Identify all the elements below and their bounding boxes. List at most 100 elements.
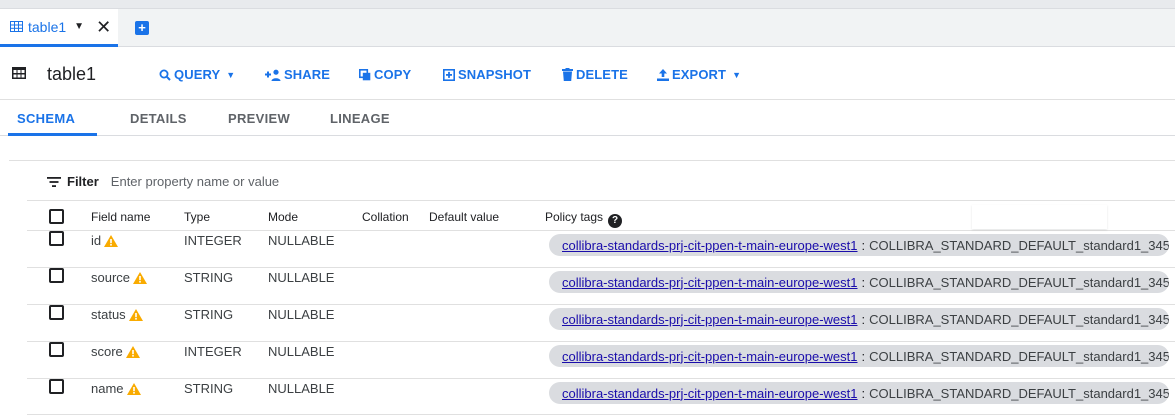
select-all-checkbox[interactable]: [49, 209, 64, 224]
schema-panel-divider: [9, 160, 1175, 161]
policy-tag-name: COLLIBRA_STANDARD_DEFAULT_standard1_345: [869, 274, 1169, 290]
policy-tag-project-link[interactable]: collibra-standards-prj-cit-ppen-t-main-e…: [562, 275, 858, 290]
row-checkbox[interactable]: [49, 305, 64, 320]
tab-lineage[interactable]: LINEAGE: [330, 111, 390, 126]
copy-button[interactable]: COPY: [359, 67, 411, 82]
snapshot-icon: [443, 68, 455, 81]
mode-cell: NULLABLE: [268, 307, 335, 322]
table-row: source STRING NULLABLE collibra-standard…: [27, 268, 1175, 305]
page-title: table1: [47, 64, 97, 84]
field-name: status: [91, 307, 126, 322]
table-row: status STRING NULLABLE collibra-standard…: [27, 305, 1175, 342]
copy-icon: [359, 68, 371, 80]
filter-label: Filter: [67, 174, 99, 189]
search-icon: [159, 69, 171, 81]
schema-table: Field name Type Mode Collation Default v…: [27, 201, 1175, 415]
policy-tag-separator: :: [861, 348, 866, 364]
snapshot-label: SNAPSHOT: [458, 67, 532, 82]
table-toolbar: table1 QUERY ▼ SHARE COPY SNAPSHOT DELET…: [0, 47, 1175, 100]
upload-icon: [657, 68, 669, 81]
field-name: score: [91, 344, 123, 359]
type-cell: STRING: [184, 270, 234, 285]
policy-tag-separator: :: [861, 237, 866, 253]
tab-label: table1: [28, 18, 67, 35]
filter-icon[interactable]: [47, 176, 61, 187]
field-name: name: [91, 381, 124, 396]
table-row: score INTEGER NULLABLE collibra-standard…: [27, 342, 1175, 379]
warning-icon: [125, 345, 140, 358]
warning-icon: [128, 308, 143, 321]
delete-button[interactable]: DELETE: [562, 67, 628, 82]
row-checkbox[interactable]: [49, 231, 64, 246]
detail-tabs: SCHEMA DETAILS PREVIEW LINEAGE: [0, 100, 1175, 136]
copy-label: COPY: [374, 67, 412, 82]
field-name-cell: score: [91, 344, 140, 359]
policy-tag-chip: collibra-standards-prj-cit-ppen-t-main-e…: [549, 345, 1169, 367]
window-top-strip: [0, 0, 1175, 9]
snapshot-button[interactable]: SNAPSHOT: [443, 67, 531, 82]
policy-tag-chip: collibra-standards-prj-cit-ppen-t-main-e…: [549, 234, 1169, 256]
header-default-value: Default value: [429, 210, 500, 224]
type-cell: INTEGER: [184, 344, 242, 359]
help-icon[interactable]: ?: [608, 214, 623, 228]
add-tab-icon[interactable]: +: [135, 21, 149, 35]
header-field-name: Field name: [91, 210, 151, 224]
field-name-cell: source: [91, 270, 148, 285]
filter-input[interactable]: [110, 174, 511, 189]
share-label: SHARE: [284, 67, 331, 82]
row-checkbox[interactable]: [49, 342, 64, 357]
editor-tab-bar: table1 ▼ ✕ +: [0, 9, 1175, 47]
table-row: id INTEGER NULLABLE collibra-standards-p…: [27, 231, 1175, 268]
policy-tag-project-link[interactable]: collibra-standards-prj-cit-ppen-t-main-e…: [562, 238, 858, 253]
field-name-cell: status: [91, 307, 143, 322]
field-name-cell: name: [91, 381, 141, 396]
header-policy-tags: Policy tags?: [545, 210, 623, 228]
policy-tag-separator: :: [861, 311, 866, 327]
filter-bar: Filter: [27, 163, 1175, 201]
chevron-down-icon: ▼: [226, 69, 236, 80]
tab-preview[interactable]: PREVIEW: [228, 111, 290, 126]
query-button[interactable]: QUERY ▼: [159, 67, 235, 82]
field-name: id: [91, 233, 102, 248]
chevron-down-icon[interactable]: ▼: [74, 21, 84, 32]
warning-icon: [126, 382, 141, 395]
chevron-down-icon: ▼: [732, 69, 742, 80]
export-button[interactable]: EXPORT ▼: [657, 67, 741, 82]
policy-tag-chip: collibra-standards-prj-cit-ppen-t-main-e…: [549, 308, 1169, 330]
policy-tag-name: COLLIBRA_STANDARD_DEFAULT_standard1_345: [869, 385, 1169, 401]
field-name-cell: id: [91, 233, 119, 248]
active-tab-indicator: [8, 133, 97, 136]
table-icon: [12, 67, 26, 79]
mode-cell: NULLABLE: [268, 270, 335, 285]
person-add-icon: [265, 69, 281, 81]
mode-cell: NULLABLE: [268, 233, 335, 248]
warning-icon: [133, 271, 148, 284]
policy-tag-project-link[interactable]: collibra-standards-prj-cit-ppen-t-main-e…: [562, 312, 858, 327]
policy-tag-chip: collibra-standards-prj-cit-ppen-t-main-e…: [549, 382, 1169, 404]
policy-tag-name: COLLIBRA_STANDARD_DEFAULT_standard1_345: [869, 348, 1169, 364]
policy-tag-project-link[interactable]: collibra-standards-prj-cit-ppen-t-main-e…: [562, 349, 858, 364]
policy-tag-chip: collibra-standards-prj-cit-ppen-t-main-e…: [549, 271, 1169, 293]
type-cell: STRING: [184, 381, 234, 396]
export-label: EXPORT: [672, 67, 727, 82]
delete-label: DELETE: [576, 67, 628, 82]
tab-schema[interactable]: SCHEMA: [17, 111, 75, 126]
tab-details[interactable]: DETAILS: [130, 111, 187, 126]
policy-tag-separator: :: [861, 385, 866, 401]
mode-cell: NULLABLE: [268, 344, 335, 359]
row-checkbox[interactable]: [49, 268, 64, 283]
header-type: Type: [184, 210, 211, 224]
policy-tag-name: COLLIBRA_STANDARD_DEFAULT_standard1_345: [869, 311, 1169, 327]
header-mode: Mode: [268, 210, 299, 224]
header-collation: Collation: [362, 210, 409, 224]
mode-cell: NULLABLE: [268, 381, 335, 396]
policy-tag-separator: :: [861, 274, 866, 290]
table-icon: [10, 21, 23, 32]
policy-tag-project-link[interactable]: collibra-standards-prj-cit-ppen-t-main-e…: [562, 386, 858, 401]
tab-table1[interactable]: table1 ▼ ✕: [0, 9, 118, 47]
row-checkbox[interactable]: [49, 379, 64, 394]
share-button[interactable]: SHARE: [265, 67, 330, 82]
close-icon[interactable]: ✕: [96, 18, 111, 36]
type-cell: INTEGER: [184, 233, 242, 248]
warning-icon: [104, 234, 119, 247]
